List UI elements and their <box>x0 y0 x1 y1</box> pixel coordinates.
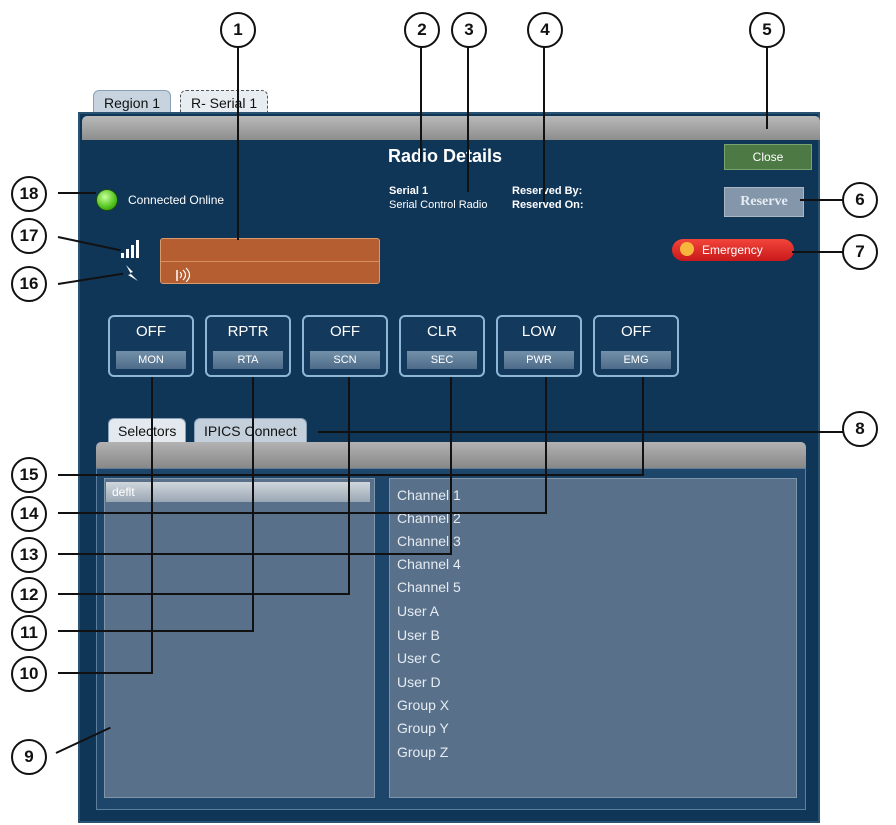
reserve-button[interactable]: Reserve <box>724 187 804 217</box>
leader-line <box>800 199 844 201</box>
tab-selectors[interactable]: Selectors <box>108 418 187 443</box>
callout-14: 14 <box>11 496 47 532</box>
rta-button[interactable]: RTA <box>213 351 283 369</box>
emergency-button[interactable]: Emergency <box>672 239 794 261</box>
leader-line <box>252 377 254 632</box>
callout-9: 9 <box>11 739 47 775</box>
channel-item[interactable]: Channel 4 <box>397 556 461 572</box>
callout-1: 1 <box>220 12 256 48</box>
control-value: CLR <box>426 323 457 340</box>
control-value: OFF <box>136 323 166 340</box>
reserved-on-label: Reserved On: <box>512 199 584 211</box>
leader-line <box>58 593 350 595</box>
leader-line <box>450 377 452 555</box>
radio-display <box>160 238 380 284</box>
control-value: LOW <box>521 323 557 340</box>
channel-item[interactable]: User D <box>397 674 441 690</box>
leader-line <box>642 377 644 476</box>
emergency-icon <box>680 242 694 256</box>
emg-button[interactable]: EMG <box>601 351 671 369</box>
control-value: OFF <box>330 323 360 340</box>
window-titlebar <box>82 116 820 140</box>
callout-11: 11 <box>11 615 47 651</box>
callout-2: 2 <box>404 12 440 48</box>
leader-line <box>151 377 153 674</box>
control-pwr[interactable]: LOW PWR <box>496 315 582 377</box>
leader-line <box>545 377 547 514</box>
callout-3: 3 <box>451 12 487 48</box>
antenna-icon <box>176 267 191 282</box>
leader-line <box>420 47 422 162</box>
callout-12: 12 <box>11 577 47 613</box>
control-rta[interactable]: RPTR RTA <box>205 315 291 377</box>
selector-item-deflt[interactable]: deflt <box>106 482 370 502</box>
control-scn[interactable]: OFF SCN <box>302 315 388 377</box>
callout-16: 16 <box>11 266 47 302</box>
callout-5: 5 <box>749 12 785 48</box>
mon-button[interactable]: MON <box>116 351 186 369</box>
leader-line <box>237 47 239 240</box>
leader-line <box>318 431 844 433</box>
control-value: RPTR <box>227 323 269 340</box>
signal-bars-icon <box>121 240 139 258</box>
channel-item[interactable]: Group Y <box>397 720 449 736</box>
channel-item[interactable]: Group Z <box>397 744 448 760</box>
connection-status-text: Connected Online <box>128 193 225 207</box>
pwr-button[interactable]: PWR <box>504 351 574 369</box>
callout-13: 13 <box>11 537 47 573</box>
channel-item[interactable]: User B <box>397 627 440 643</box>
leader-line <box>467 47 469 192</box>
leader-line <box>543 47 545 202</box>
radio-name: Serial 1 <box>389 185 429 197</box>
reserved-by-label: Reserved By: <box>512 185 583 197</box>
channel-item[interactable]: User A <box>397 603 439 619</box>
channel-item[interactable]: Channel 5 <box>397 579 461 595</box>
lightning-icon <box>126 265 138 281</box>
control-mon[interactable]: OFF MON <box>108 315 194 377</box>
page-title: Radio Details <box>388 146 503 166</box>
scn-button[interactable]: SCN <box>310 351 380 369</box>
callout-8: 8 <box>842 411 878 447</box>
control-value: OFF <box>621 323 651 340</box>
leader-line <box>58 474 642 476</box>
callout-10: 10 <box>11 656 47 692</box>
leader-line <box>792 251 844 253</box>
callout-6: 6 <box>842 182 878 218</box>
radio-type: Serial Control Radio <box>389 199 488 211</box>
connection-status-led <box>96 189 118 211</box>
callout-17: 17 <box>11 218 47 254</box>
leader-line <box>58 630 254 632</box>
callout-15: 15 <box>11 457 47 493</box>
leader-line <box>58 553 452 555</box>
selector-list[interactable] <box>104 478 375 798</box>
leader-line <box>58 512 545 514</box>
control-sec[interactable]: CLR SEC <box>399 315 485 377</box>
tab-ipics-connect[interactable]: IPICS Connect <box>194 418 307 443</box>
leader-line <box>58 192 96 194</box>
channel-item[interactable]: User C <box>397 650 441 666</box>
callout-7: 7 <box>842 234 878 270</box>
callout-18: 18 <box>11 176 47 212</box>
channel-item[interactable]: Group X <box>397 697 449 713</box>
leader-line <box>348 377 350 595</box>
close-button[interactable]: Close <box>724 144 812 170</box>
leader-line <box>766 47 768 129</box>
leader-line <box>58 672 153 674</box>
sec-button[interactable]: SEC <box>407 351 477 369</box>
callout-4: 4 <box>527 12 563 48</box>
emergency-label: Emergency <box>702 243 763 257</box>
control-emg[interactable]: OFF EMG <box>593 315 679 377</box>
